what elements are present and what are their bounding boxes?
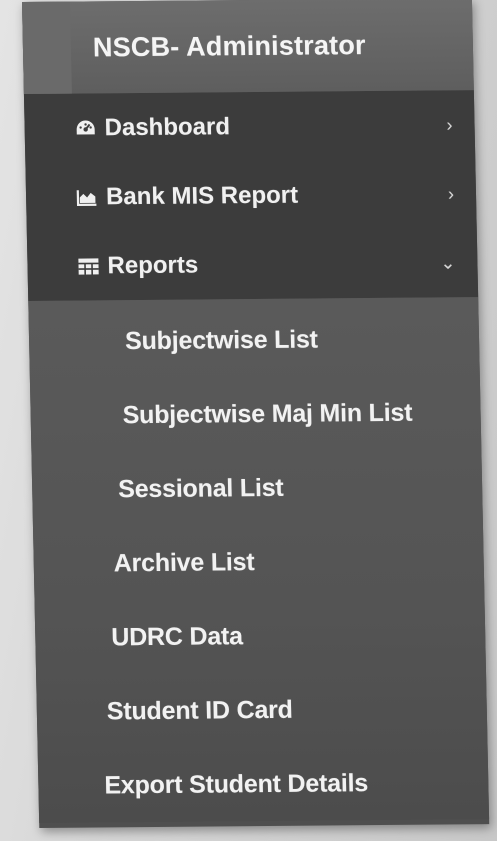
submenu-item-sessional-list[interactable]: Sessional List: [31, 449, 482, 527]
table-icon: [77, 255, 99, 277]
submenu-item-archive-list[interactable]: Archive List: [33, 523, 484, 601]
sidebar-menu: Dashboard › Bank MIS Report › Reports ⌄: [23, 90, 479, 302]
chevron-down-icon: ⌄: [440, 252, 456, 273]
reports-submenu: Subjectwise List Subjectwise Maj Min Lis…: [28, 297, 490, 824]
submenu-item-student-id-card[interactable]: Student ID Card: [36, 671, 487, 749]
chevron-right-icon: ›: [447, 183, 455, 204]
submenu-item-export-student-details[interactable]: Export Student Details: [38, 745, 489, 823]
dashboard-icon: [74, 117, 96, 139]
sidebar-item-label: Dashboard: [104, 112, 231, 141]
page: NSCB- Administrator Dashboard › Bank MIS…: [0, 0, 497, 841]
submenu-item-subjectwise-maj-min-list[interactable]: Subjectwise Maj Min List: [30, 375, 481, 453]
submenu-item-subjectwise-list[interactable]: Subjectwise List: [28, 301, 479, 379]
sidebar: NSCB- Administrator Dashboard › Bank MIS…: [22, 0, 490, 829]
brand-header: NSCB- Administrator: [22, 0, 474, 95]
sidebar-item-label: Bank MIS Report: [105, 181, 299, 210]
area-chart-icon: [76, 186, 98, 208]
chevron-right-icon: ›: [446, 114, 453, 135]
submenu-item-udrc-data[interactable]: UDRC Data: [35, 597, 486, 675]
sidebar-item-bank-mis-report[interactable]: Bank MIS Report ›: [25, 159, 476, 232]
sidebar-item-reports[interactable]: Reports ⌄: [27, 228, 478, 301]
brand-title[interactable]: NSCB- Administrator: [22, 0, 474, 95]
sidebar-item-label: Reports: [107, 251, 199, 279]
sidebar-item-dashboard[interactable]: Dashboard ›: [24, 90, 475, 163]
